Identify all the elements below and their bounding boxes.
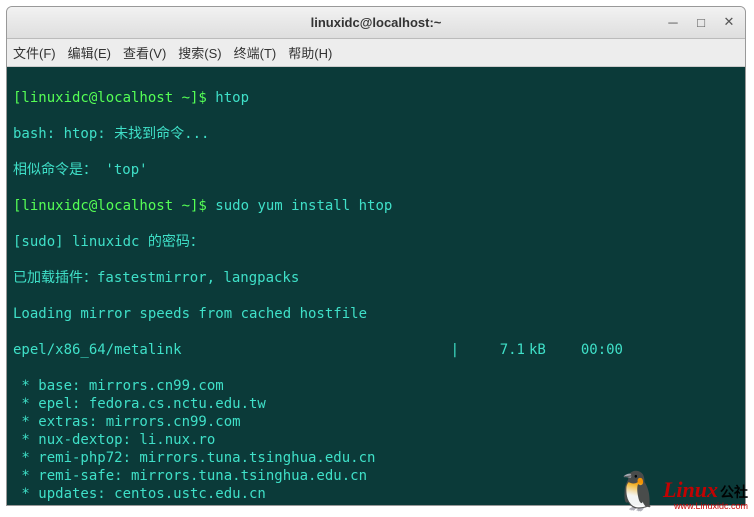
mirror-line: * base: mirrors.cn99.com [13,377,739,395]
penguin-icon: 🐧 [614,473,661,511]
command-text: htop [215,90,249,106]
menu-file[interactable]: 文件(F) [13,43,56,62]
watermark-main: Linux公社 [663,479,748,501]
command-text: sudo yum install htop [215,198,392,214]
mirror-line: * epel: fedora.cs.nctu.edu.tw [13,395,739,413]
mirror-line: * remi-php72: mirrors.tuna.tsinghua.edu.… [13,449,739,467]
window-buttons: － □ ✕ [663,12,739,32]
prompt-line: [linuxidc@localhost ~]$ htop [13,89,739,107]
maximize-button[interactable]: □ [691,12,711,32]
prompt-line: [linuxidc@localhost ~]$ sudo yum install… [13,197,739,215]
download-line: epel/x86_64/metalink|7.1kB00:00 [13,341,739,359]
output-line: 已加载插件：fastestmirror, langpacks [13,269,739,287]
mirror-line: * nux-dextop: li.nux.ro [13,431,739,449]
sep: | [443,341,459,359]
menu-view[interactable]: 查看(V) [123,43,166,62]
output-line: [sudo] linuxidc 的密码： [13,233,739,251]
size: 7.1 [459,341,529,359]
menu-search[interactable]: 搜索(S) [178,43,221,62]
output-line: Loading mirror speeds from cached hostfi… [13,305,739,323]
time: 00:00 [559,341,629,359]
minimize-button[interactable]: － [663,12,683,32]
titlebar: linuxidc@localhost:~ － □ ✕ [7,7,745,39]
menubar: 文件(F) 编辑(E) 查看(V) 搜索(S) 终端(T) 帮助(H) [7,39,745,67]
mirror-line: * extras: mirrors.cn99.com [13,413,739,431]
menu-help[interactable]: 帮助(H) [288,43,332,62]
output-line: bash: htop: 未找到命令... [13,125,739,143]
prompt-user: [linuxidc@localhost ~]$ [13,90,215,106]
terminal-window: linuxidc@localhost:~ － □ ✕ 文件(F) 编辑(E) 查… [6,6,746,506]
menu-edit[interactable]: 编辑(E) [68,43,111,62]
watermark: 🐧 Linux公社 www.Linuxidc.com [614,473,748,511]
watermark-sub: www.Linuxidc.com [663,501,748,511]
unit: kB [529,341,559,359]
close-button[interactable]: ✕ [719,12,739,32]
watermark-text: Linux公社 www.Linuxidc.com [663,479,748,511]
repo-name: epel/x86_64/metalink [13,341,443,359]
terminal-content[interactable]: [linuxidc@localhost ~]$ htop bash: htop:… [7,67,745,505]
window-title: linuxidc@localhost:~ [311,15,442,30]
prompt-user: [linuxidc@localhost ~]$ [13,198,215,214]
output-line: 相似命令是： 'top' [13,161,739,179]
menu-terminal[interactable]: 终端(T) [234,43,277,62]
